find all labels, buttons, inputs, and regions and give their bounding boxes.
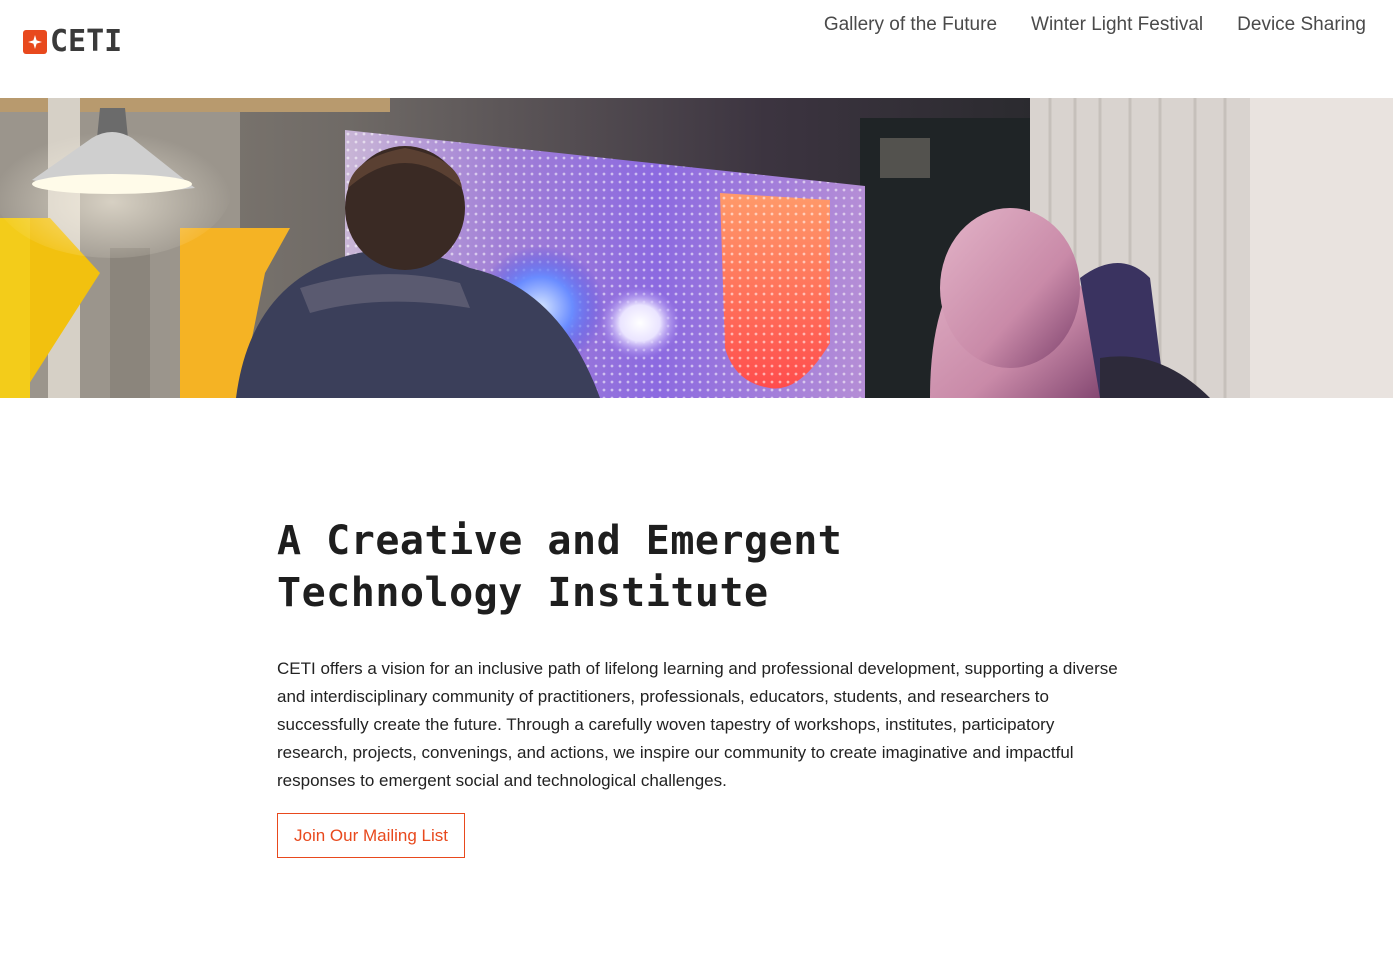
nav-gallery-of-the-future[interactable]: Gallery of the Future [824,12,997,38]
site-header: CETI Gallery of the Future Winter Light … [0,0,1393,98]
logo-text: CETI [50,24,123,59]
join-mailing-list-button[interactable]: Join Our Mailing List [277,813,466,858]
hero-image [0,98,1393,398]
main-content: A Creative and Emergent Technology Insti… [277,515,1127,858]
page-title-line-2: Technology Institute [277,570,769,616]
nav-winter-light-festival[interactable]: Winter Light Festival [1031,12,1203,38]
page-title: A Creative and Emergent Technology Insti… [277,515,1127,619]
sparkle-icon [23,30,47,54]
page-title-line-1: A Creative and Emergent [277,518,843,564]
site-logo[interactable]: CETI [23,24,123,59]
nav-device-sharing[interactable]: Device Sharing [1237,12,1366,38]
main-nav: Gallery of the Future Winter Light Festi… [824,12,1366,38]
intro-paragraph: CETI offers a vision for an inclusive pa… [277,659,1118,790]
